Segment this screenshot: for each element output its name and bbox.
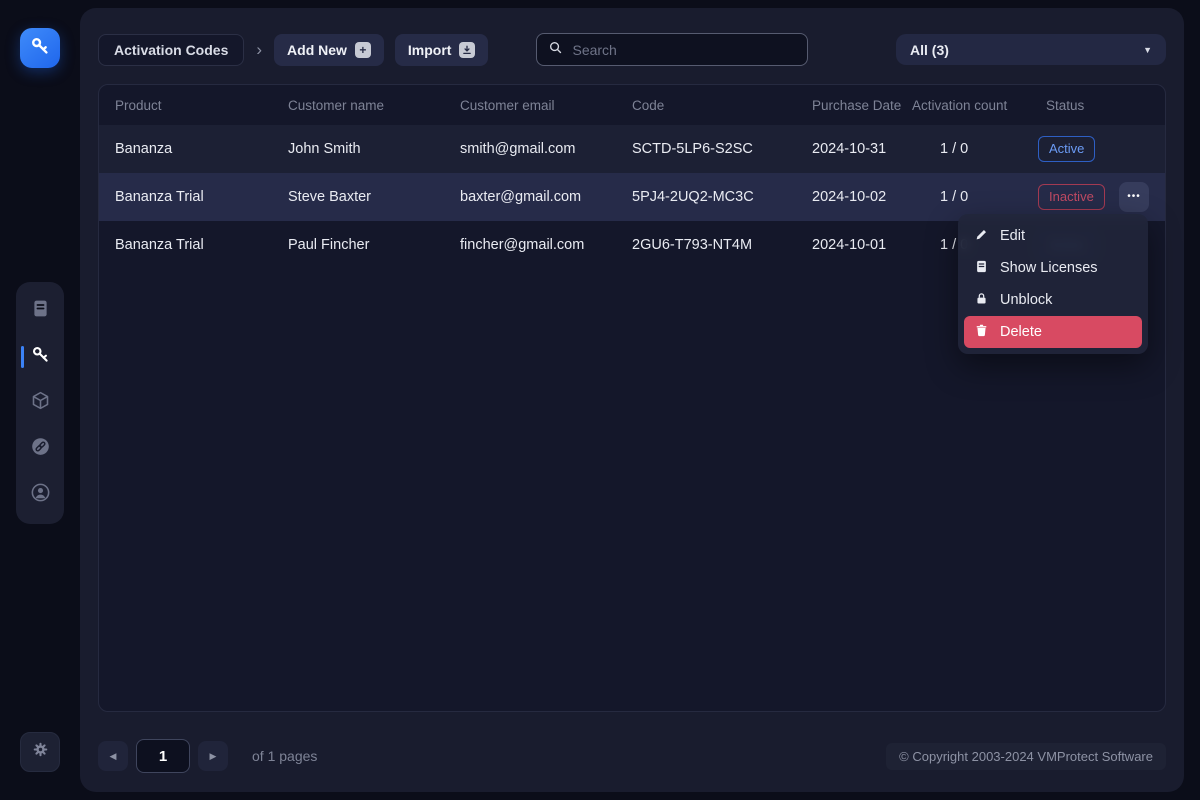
left-rail <box>0 0 80 800</box>
ellipsis-icon: ••• <box>1127 192 1141 202</box>
column-header-status: Status <box>1038 98 1106 113</box>
column-header-purchase-date: Purchase Date <box>812 98 912 113</box>
link-icon <box>30 436 51 462</box>
lock-icon <box>974 291 989 310</box>
next-page-button[interactable]: ▶ <box>198 741 228 771</box>
sidebar-nav <box>16 282 64 524</box>
column-header-customer-email: Customer email <box>460 98 632 113</box>
column-header-product: Product <box>115 98 288 113</box>
cell-purchase-date: 2024-10-02 <box>812 189 912 205</box>
cell-activation-count: 1 / 0 <box>912 189 1038 205</box>
sidebar-item-activation-codes[interactable] <box>16 334 64 380</box>
table-header-row: Product Customer name Customer email Cod… <box>99 85 1165 125</box>
import-button[interactable]: Import <box>395 34 489 66</box>
sidebar-item-products[interactable] <box>16 380 64 426</box>
current-page-value: 1 <box>159 748 167 765</box>
status-badge: Active <box>1038 136 1095 162</box>
pencil-icon <box>974 227 989 246</box>
gear-icon <box>31 740 50 764</box>
key-icon <box>29 35 51 62</box>
cell-product: Bananza Trial <box>115 237 288 253</box>
sidebar-item-integrations[interactable] <box>16 426 64 472</box>
status-filter-dropdown[interactable]: All (3) ▼ <box>896 34 1166 65</box>
cell-activation-count: 1 / 0 <box>912 141 1038 157</box>
status-badge: Inactive <box>1038 184 1105 210</box>
package-icon <box>30 390 51 416</box>
add-new-button[interactable]: Add New + <box>274 34 384 66</box>
column-header-customer-name: Customer name <box>288 98 460 113</box>
column-header-code: Code <box>632 98 812 113</box>
import-label: Import <box>408 42 452 58</box>
cell-product: Bananza <box>115 141 288 157</box>
trash-icon <box>974 323 989 342</box>
toolbar: Activation Codes › Add New + Import <box>80 8 1184 66</box>
cell-purchase-date: 2024-10-31 <box>812 141 912 157</box>
table-row[interactable]: Bananza John Smith smith@gmail.com SCTD-… <box>99 125 1165 173</box>
prev-page-button[interactable]: ◀ <box>98 741 128 771</box>
account-icon <box>30 482 51 508</box>
menu-item-unblock[interactable]: Unblock <box>964 284 1142 316</box>
arrow-right-icon: ▶ <box>210 751 217 762</box>
row-actions-button[interactable]: ••• <box>1119 182 1149 212</box>
column-header-activation-count: Activation count <box>912 98 1038 113</box>
main-panel: Activation Codes › Add New + Import <box>80 8 1184 792</box>
copyright-text: © Copyright 2003-2024 VMProtect Software <box>886 743 1166 770</box>
document-icon <box>974 259 989 278</box>
cell-customer-name: Paul Fincher <box>288 237 460 253</box>
cell-purchase-date: 2024-10-01 <box>812 237 912 253</box>
menu-item-label: Unblock <box>1000 292 1052 308</box>
cell-customer-email: baxter@gmail.com <box>460 189 632 205</box>
breadcrumb-label: Activation Codes <box>114 42 228 58</box>
row-context-menu: Edit Show Licenses Unblock Delete <box>958 214 1148 354</box>
settings-button[interactable] <box>20 732 60 772</box>
cell-customer-email: smith@gmail.com <box>460 141 632 157</box>
breadcrumb[interactable]: Activation Codes <box>98 34 244 66</box>
search-box <box>536 33 808 66</box>
add-new-label: Add New <box>287 42 347 58</box>
plus-icon: + <box>355 42 371 58</box>
footer: ◀ 1 ▶ of 1 pages © Copyright 2003-2024 V… <box>98 734 1166 778</box>
cell-customer-email: fincher@gmail.com <box>460 237 632 253</box>
app-logo[interactable] <box>20 28 60 68</box>
current-page-input[interactable]: 1 <box>136 739 190 773</box>
activation-codes-table: Product Customer name Customer email Cod… <box>98 84 1166 712</box>
document-icon <box>30 298 51 324</box>
cell-code: 5PJ4-2UQ2-MC3C <box>632 189 812 205</box>
key-icon <box>30 344 51 370</box>
download-icon <box>459 42 475 58</box>
sidebar-item-licenses[interactable] <box>16 288 64 334</box>
menu-item-show-licenses[interactable]: Show Licenses <box>964 252 1142 284</box>
menu-item-label: Delete <box>1000 324 1042 340</box>
cell-code: 2GU6-T793-NT4M <box>632 237 812 253</box>
search-input[interactable] <box>572 42 796 58</box>
filter-value: All (3) <box>910 42 949 58</box>
cell-customer-name: John Smith <box>288 141 460 157</box>
cell-code: SCTD-5LP6-S2SC <box>632 141 812 157</box>
pages-summary: of 1 pages <box>252 748 317 764</box>
caret-down-icon: ▼ <box>1143 45 1152 55</box>
search-icon <box>548 40 563 60</box>
menu-item-label: Show Licenses <box>1000 260 1098 276</box>
cell-customer-name: Steve Baxter <box>288 189 460 205</box>
menu-item-label: Edit <box>1000 228 1025 244</box>
cell-product: Bananza Trial <box>115 189 288 205</box>
sidebar-item-account[interactable] <box>16 472 64 518</box>
menu-item-delete[interactable]: Delete <box>964 316 1142 348</box>
chevron-right-icon: › <box>256 41 262 58</box>
arrow-left-icon: ◀ <box>110 751 117 762</box>
menu-item-edit[interactable]: Edit <box>964 220 1142 252</box>
